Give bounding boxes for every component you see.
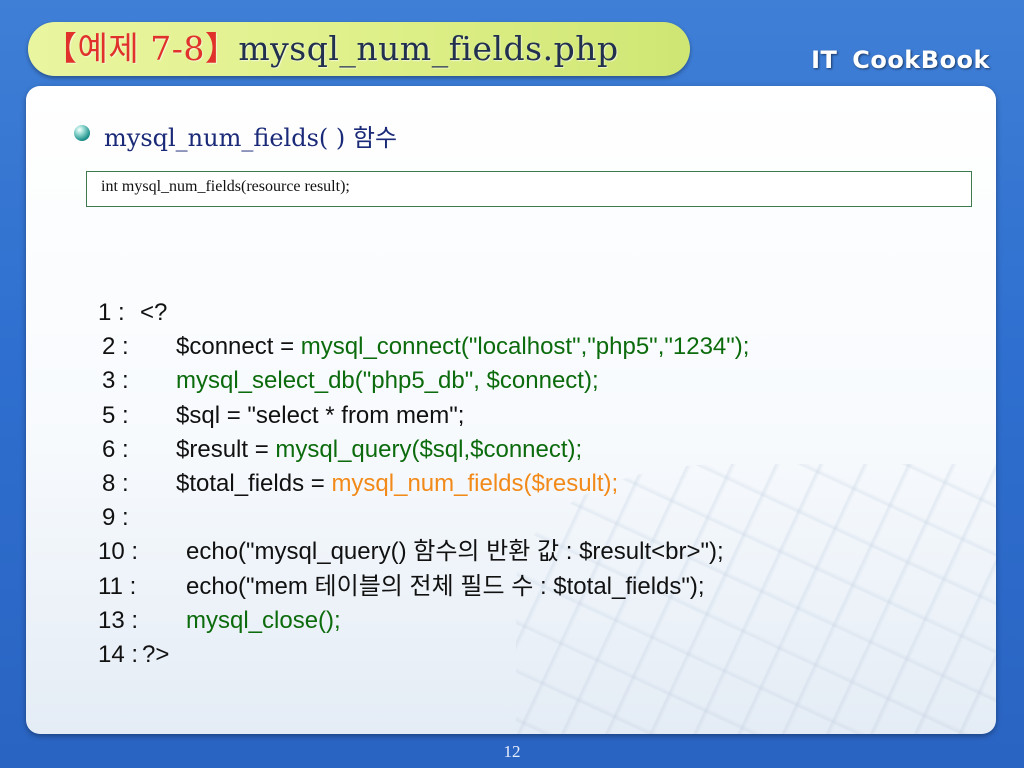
code-text: $sql = "select * from mem"; (176, 399, 464, 433)
code-token: <? (140, 299, 168, 326)
code-token: mysql_close(); (186, 606, 341, 634)
line-number: 1 : (98, 299, 125, 326)
code-text: $total_fields = mysql_num_fields($result… (176, 467, 618, 501)
line-number: 8 : (102, 469, 129, 497)
page-number: 12 (503, 742, 521, 761)
code-token: $sql = "select * from mem"; (176, 401, 465, 429)
code-line: 14 : ?> (92, 638, 932, 672)
line-number: 3 : (102, 367, 129, 395)
line-number: 2 : (102, 333, 129, 361)
slide-title-prefix: 【예제 7-8】 (44, 29, 239, 68)
code-token: echo("mysql_query() 함수의 반환 값 : $result<b… (186, 538, 724, 566)
code-line: 1 : <? (92, 296, 932, 330)
code-line: 5 : $sql = "select * from mem"; (92, 399, 932, 433)
bullet-icon (74, 125, 90, 141)
code-line: 3 : mysql_select_db("php5_db", $connect)… (92, 364, 932, 398)
function-signature: int mysql_num_fields(resource result); (101, 178, 350, 195)
line-number: 6 : (102, 435, 129, 463)
code-text: ?> (142, 638, 169, 672)
code-text: mysql_select_db("php5_db", $connect); (176, 364, 599, 398)
code-token: mysql_query($sql,$connect); (275, 435, 583, 463)
line-number: 10 : (98, 538, 139, 566)
code-text: echo("mysql_query() 함수의 반환 값 : $result<b… (186, 535, 724, 569)
code-text: $connect = mysql_connect("localhost","ph… (176, 330, 749, 364)
code-line: 11 : echo("mem 테이블의 전체 필드 수 : $total_fie… (92, 570, 932, 604)
code-token: mysql_connect("localhost","php5","1234")… (300, 333, 750, 361)
code-line: 2 : $connect = mysql_connect("localhost"… (92, 330, 932, 364)
code-token: $connect = (176, 333, 301, 361)
line-number: 11 : (98, 572, 137, 600)
code-token: mysql_num_fields($result); (331, 469, 619, 497)
code-text: $result = mysql_query($sql,$connect); (176, 433, 582, 467)
code-line: 10 : echo("mysql_query() 함수의 반환 값 : $res… (92, 535, 932, 569)
code-token: $total_fields = (176, 469, 332, 497)
line-number: 13 : (98, 606, 139, 634)
code-token: $result = (176, 435, 276, 463)
code-token: ?> (142, 640, 170, 668)
slide-title-main: mysql_num_fields.php (238, 29, 619, 68)
line-number: 9 : (102, 504, 129, 532)
line-number: 14 : (98, 640, 139, 668)
code-line: 6 : $result = mysql_query($sql,$connect)… (92, 433, 932, 467)
code-text: echo("mem 테이블의 전체 필드 수 : $total_fields")… (186, 570, 705, 604)
code-token: echo("mem 테이블의 전체 필드 수 : $total_fields")… (186, 572, 705, 600)
code-text: mysql_close(); (186, 604, 341, 638)
code-line: 13 : mysql_close(); (92, 604, 932, 638)
section-heading: mysql_num_fields( ) 함수 (104, 124, 398, 152)
line-number: 5 : (102, 401, 129, 429)
code-token: mysql_select_db("php5_db", $connect); (176, 367, 599, 395)
code-listing: 1 : <? 2 : $connect = mysql_connect("loc… (92, 296, 932, 672)
code-text: <? (140, 296, 167, 330)
function-signature-box: int mysql_num_fields(resource result); (86, 171, 972, 207)
brand-label: IT CookBook (811, 46, 990, 74)
slide-title: 【예제 7-8】mysql_num_fields.php (44, 26, 619, 72)
code-line: 8 : $total_fields = mysql_num_fields($re… (92, 467, 932, 501)
code-line: 9 : (92, 501, 932, 535)
